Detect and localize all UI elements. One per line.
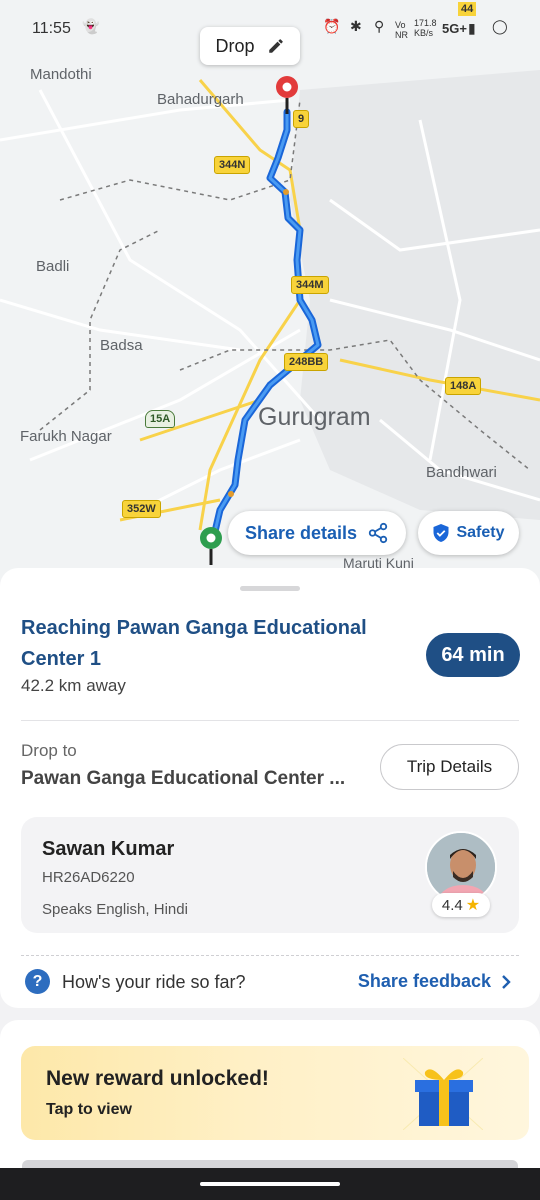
highway-shield-352w: 352W	[122, 500, 161, 518]
share-details-button[interactable]: Share details	[228, 511, 406, 555]
network-type: 5G+	[442, 21, 467, 36]
drag-handle[interactable]	[240, 586, 300, 591]
drop-chip-label: Drop	[215, 35, 255, 56]
map-view[interactable]: Mandothi Bahadurgarh Badli Badsa Gurugra…	[0, 0, 540, 580]
highway-shield-15a: 15A	[145, 410, 176, 428]
reward-card[interactable]: New reward unlocked! Tap to view	[21, 1046, 529, 1140]
signal-icon: ▮	[468, 20, 476, 36]
feedback-row: ? How's your ride so far? Share feedback	[21, 968, 519, 998]
trip-details-button[interactable]: Trip Details	[380, 744, 519, 790]
drop-address: Pawan Ganga Educational Center ...	[21, 768, 346, 789]
highway-shield-248bb: 248BB	[284, 353, 329, 371]
driver-rating: 4.4 ★	[432, 893, 490, 917]
share-icon	[368, 522, 388, 544]
destination-title: Reaching Pawan Ganga Educational Center …	[21, 617, 367, 670]
distance-remaining: 42.2 km away	[21, 676, 126, 695]
safety-label: Safety	[456, 524, 505, 541]
map-label-gurugram: Gurugram	[258, 403, 371, 431]
reward-section: New reward unlocked! Tap to view	[0, 1020, 540, 1180]
chevron-right-icon	[502, 974, 511, 989]
share-feedback-link[interactable]: Share feedback	[358, 971, 511, 992]
home-gesture-pill[interactable]	[200, 1182, 340, 1186]
snapchat-icon: 👻	[82, 18, 100, 34]
highway-shield-344m: 344M	[291, 276, 329, 294]
shield-check-icon	[433, 524, 449, 542]
alarm-icon: ⏰	[323, 18, 341, 34]
highway-shield-148a: 148A	[445, 377, 482, 395]
vehicle-number: HR26AD6220	[42, 869, 135, 886]
drop-pin-icon	[276, 76, 298, 114]
map-label-bandhwari: Bandhwari	[426, 464, 497, 481]
reward-title: New reward unlocked!	[46, 1067, 269, 1090]
map-label-farukh-nagar: Farukh Nagar	[20, 428, 112, 445]
edit-pencil-icon[interactable]	[267, 37, 285, 55]
map-label-badsa: Badsa	[100, 337, 143, 354]
map-label-mandothi: Mandothi	[30, 66, 92, 83]
map-label-bahadurgarh: Bahadurgarh	[157, 91, 244, 108]
driver-card[interactable]: Sawan Kumar HR26AD6220 Speaks English, H…	[21, 817, 519, 933]
dashed-divider	[21, 955, 519, 956]
drop-chip[interactable]: Drop	[200, 27, 300, 65]
volte-icon: Vo NR	[395, 20, 408, 40]
bluetooth-icon: ✱	[350, 18, 362, 34]
trip-sheet: Reaching Pawan Ganga Educational Center …	[0, 568, 540, 1008]
feedback-question: How's your ride so far?	[62, 972, 246, 992]
gift-box-icon	[403, 1058, 483, 1130]
eta-badge: 64 min	[426, 633, 520, 677]
system-nav-bar	[0, 1168, 540, 1200]
status-badge: 44	[458, 2, 477, 16]
question-icon: ?	[25, 969, 50, 994]
battery-ring-icon: ◯	[492, 18, 508, 34]
rating-value: 4.4	[441, 896, 463, 914]
reward-subtitle: Tap to view	[46, 1101, 132, 1118]
safety-button[interactable]: Safety	[418, 511, 519, 555]
location-icon: ⚲	[374, 18, 385, 34]
driver-languages: Speaks English, Hindi	[42, 901, 188, 918]
drop-to-label: Drop to	[21, 741, 77, 760]
map-label-badli: Badli	[36, 258, 70, 275]
share-details-label: Share details	[244, 522, 358, 543]
driver-name: Sawan Kumar	[42, 838, 175, 860]
share-feedback-label: Share feedback	[357, 971, 491, 991]
status-time: 11:55	[32, 20, 71, 37]
star-icon: ★	[465, 897, 481, 914]
network-speed: 171.8 KB/s	[414, 18, 437, 38]
highway-shield-344n: 344N	[214, 156, 251, 174]
map-roads	[0, 70, 540, 544]
pickup-pin-icon	[200, 527, 222, 565]
divider	[21, 720, 519, 721]
